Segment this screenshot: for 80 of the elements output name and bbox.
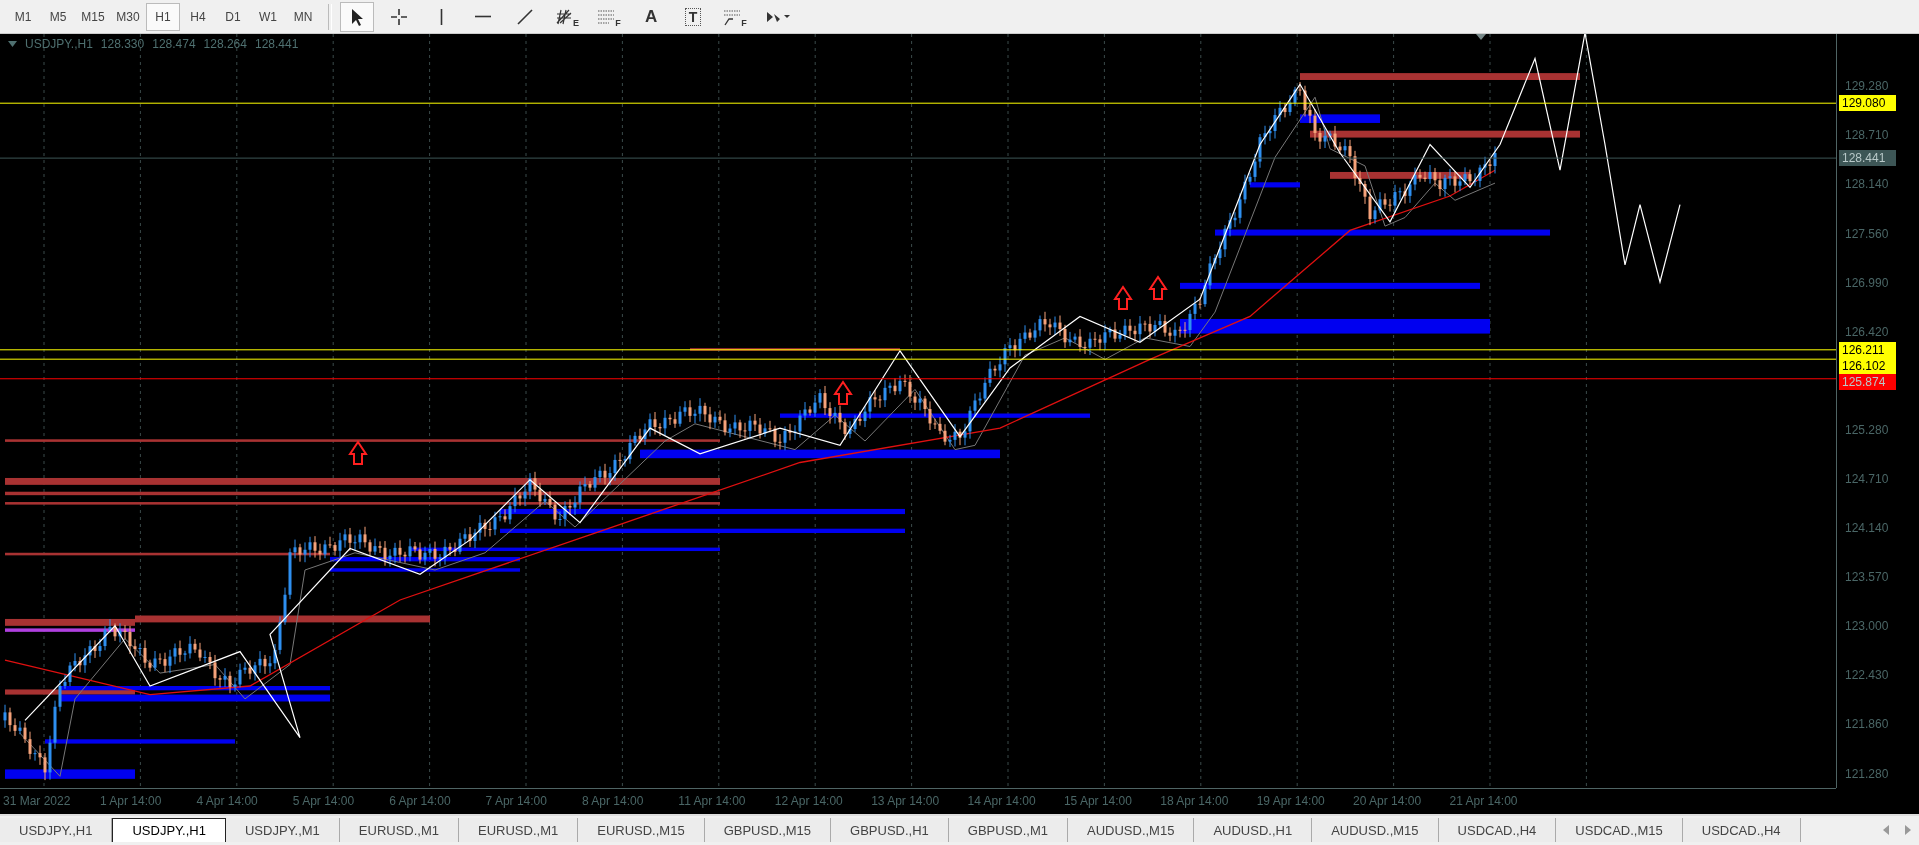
time-axis-label: 14 Apr 14:00 xyxy=(967,794,1037,808)
timeframe-button[interactable]: D1 xyxy=(216,2,250,31)
price-axis-label: 125.280 xyxy=(1845,421,1889,438)
chart-tab[interactable]: AUDUSD.,M15 xyxy=(1312,818,1439,842)
chart-tab[interactable]: EURUSD.,M1 xyxy=(459,818,579,842)
timeframe-button[interactable]: MN xyxy=(286,2,320,31)
horizontal-line-icon xyxy=(475,15,491,18)
price-axis-label: 122.430 xyxy=(1845,666,1889,683)
cursor-tool-button[interactable] xyxy=(340,1,374,32)
price-axis-label: 128.710 xyxy=(1845,127,1889,143)
timeframe-button[interactable]: W1 xyxy=(251,2,285,31)
chart-tab[interactable]: EURUSD.,M1 xyxy=(339,818,460,842)
price-tag: 129.080 xyxy=(1839,95,1896,112)
price-axis-label: 126.420 xyxy=(1845,323,1889,340)
boxtext-tool-button[interactable]: T xyxy=(676,1,710,32)
price-axis-label: 123.570 xyxy=(1845,568,1889,585)
fan-lines-icon xyxy=(555,7,573,26)
price-axis-label: 121.280 xyxy=(1845,765,1889,782)
time-axis-label: 21 Apr 14:00 xyxy=(1449,794,1519,808)
chart-tab[interactable]: EURUSD.,M15 xyxy=(578,818,705,842)
chart-tab[interactable]: AUDUSD.,H1 xyxy=(1194,818,1313,842)
chart-tab[interactable]: USDCAD.,M15 xyxy=(1556,818,1683,842)
timeframe-button[interactable]: M15 xyxy=(76,2,110,31)
chart-tab[interactable]: USDJPY.,H1 xyxy=(0,818,113,842)
price-axis-label: 128.140 xyxy=(1845,176,1889,192)
time-axis-label: 6 Apr 14:00 xyxy=(389,794,452,808)
price-tag: 128.441 xyxy=(1839,150,1896,167)
chart-tab[interactable]: GBPUSD.,M1 xyxy=(948,818,1068,842)
chart-tab[interactable]: USDJPY.,H1 xyxy=(112,818,226,842)
vertical-line-icon xyxy=(439,8,443,25)
time-axis-label: 15 Apr 14:00 xyxy=(1063,794,1133,808)
ohlc-value: 128.330 xyxy=(100,37,145,51)
time-axis-label: 11 Apr 14:00 xyxy=(678,794,747,808)
time-axis-label: 8 Apr 14:00 xyxy=(581,794,645,808)
price-axis-label: 129.280 xyxy=(1845,78,1889,94)
arrow-signals-icon xyxy=(348,275,1168,465)
price-axis-label: 124.710 xyxy=(1845,470,1889,487)
ohlc-value: 128.474 xyxy=(152,37,196,51)
chart-tab[interactable]: AUDUSD.,M15 xyxy=(1068,818,1195,842)
ohlc-value: 128.264 xyxy=(203,37,247,51)
levels-tool-button[interactable]: F xyxy=(592,1,626,32)
crosshair-icon xyxy=(389,6,409,27)
expansion-tool-button[interactable]: F xyxy=(718,1,752,32)
fan-tool-button[interactable]: E xyxy=(550,1,584,32)
scroll-left-icon[interactable] xyxy=(1883,825,1891,835)
chart-tab[interactable]: USDJPY.,M1 xyxy=(225,818,340,842)
timeframe-button[interactable]: M5 xyxy=(41,2,75,31)
text-tool-button[interactable]: A xyxy=(634,1,668,32)
symbol-label: USDJPY.,H1 xyxy=(25,37,93,51)
timeframe-button[interactable]: M30 xyxy=(111,2,145,31)
time-axis-label: 31 Mar 2022 xyxy=(2,794,72,808)
time-axis-label: 20 Apr 14:00 xyxy=(1353,794,1423,808)
timeframe-button[interactable]: H4 xyxy=(181,2,215,31)
chart-tab[interactable]: GBPUSD.,M15 xyxy=(704,818,832,842)
price-axis-label: 121.860 xyxy=(1845,715,1889,732)
time-axis-label: 5 Apr 14:00 xyxy=(292,794,356,808)
time-axis-label: 18 Apr 14:00 xyxy=(1160,794,1230,808)
chart-tab[interactable]: USDCAD.,H4 xyxy=(1438,818,1557,842)
time-axis-label: 7 Apr 14:00 xyxy=(485,794,548,808)
price-axis-label: 126.990 xyxy=(1845,274,1889,291)
chart-tab[interactable]: GBPUSD.,H1 xyxy=(831,818,949,842)
time-axis-label: 19 Apr 14:00 xyxy=(1256,794,1326,808)
time-axis-label: 12 Apr 14:00 xyxy=(774,794,844,808)
time-axis-label: 4 Apr 14:00 xyxy=(196,794,259,808)
scroll-right-icon[interactable] xyxy=(1903,825,1911,835)
price-axis-label: 124.140 xyxy=(1845,519,1889,536)
price-axis-label: 127.560 xyxy=(1845,225,1889,242)
dotted-levels-icon xyxy=(597,7,616,26)
chart-tab[interactable]: USDCAD.,H4 xyxy=(1682,818,1801,842)
timeframe-button[interactable]: H1 xyxy=(146,2,180,31)
collapse-triangle-icon[interactable] xyxy=(8,40,17,48)
price-tag: 126.211 xyxy=(1839,341,1896,358)
ohlc-value: 128.441 xyxy=(255,37,299,51)
time-axis-label: 13 Apr 14:00 xyxy=(871,794,941,808)
levels-with-line-icon xyxy=(723,7,742,26)
timeframe-button[interactable]: M1 xyxy=(6,2,40,31)
time-axis-label: 1 Apr 14:00 xyxy=(100,794,163,808)
price-axis-label: 123.000 xyxy=(1845,617,1889,634)
price-zone xyxy=(1250,182,1300,188)
trendline-icon xyxy=(515,6,535,27)
